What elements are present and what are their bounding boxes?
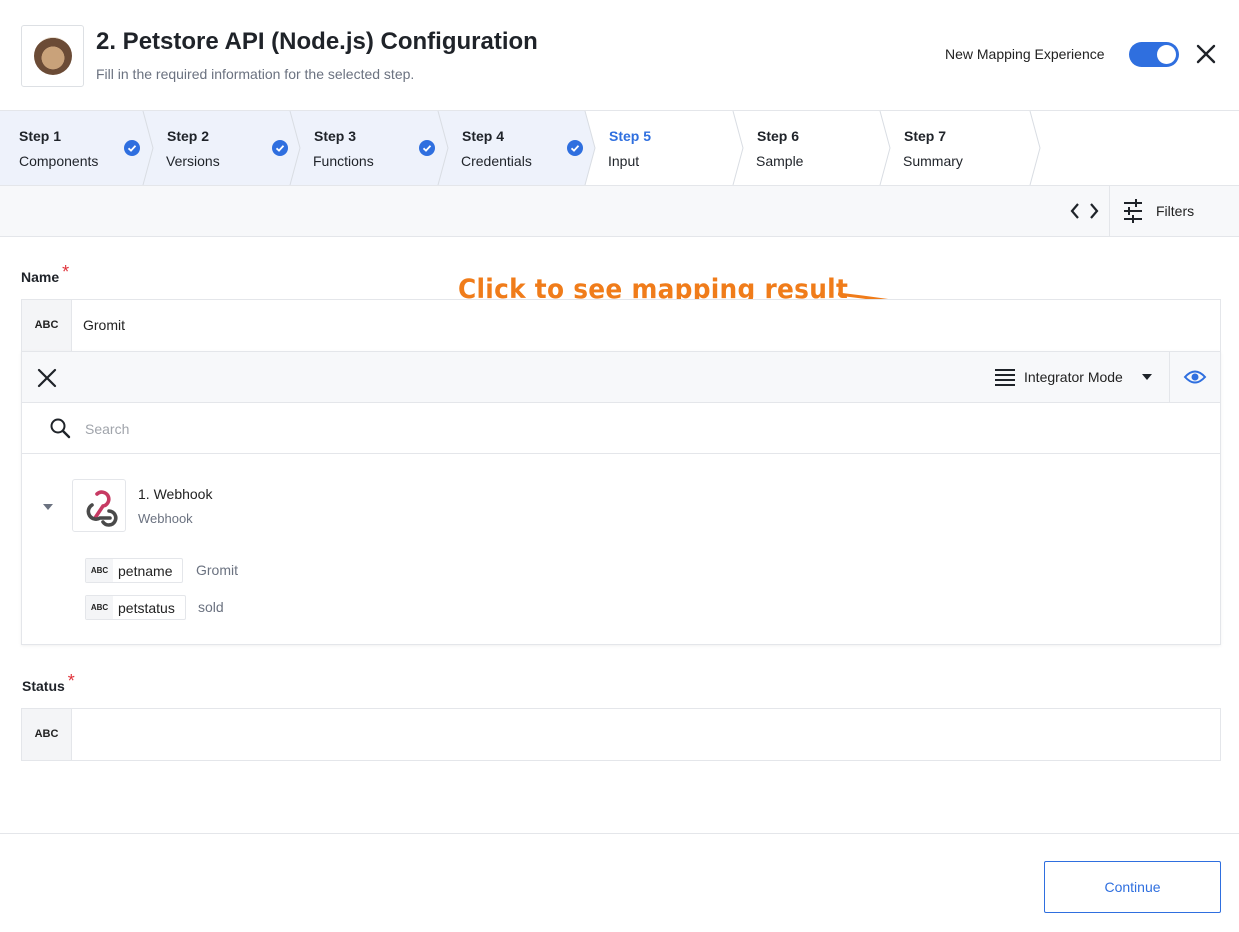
filters-icon bbox=[1124, 199, 1142, 223]
page-subtitle: Fill in the required information for the… bbox=[96, 66, 415, 82]
step-label: Credentials bbox=[461, 153, 532, 169]
step-number: Step 5 bbox=[609, 128, 652, 144]
name-input[interactable]: ABC Gromit bbox=[21, 299, 1221, 352]
type-tag: ABC bbox=[86, 559, 113, 582]
name-label-text: Name bbox=[21, 269, 60, 285]
mapping-panel: Integrator Mode Search 1. Webhook Webhoo… bbox=[21, 351, 1221, 645]
step-label: Components bbox=[19, 153, 99, 169]
step-number: Step 6 bbox=[757, 128, 800, 144]
new-mapping-label: New Mapping Experience bbox=[945, 46, 1105, 62]
continue-button[interactable]: Continue bbox=[1044, 861, 1221, 913]
status-field-label: Status * bbox=[22, 671, 75, 696]
step-number: Step 3 bbox=[314, 128, 357, 144]
dog-avatar-icon bbox=[34, 37, 72, 75]
type-tag: ABC bbox=[22, 709, 72, 760]
step-6[interactable]: Step 6 Sample bbox=[738, 111, 880, 185]
search-placeholder: Search bbox=[85, 421, 130, 437]
field-value: Gromit bbox=[196, 562, 238, 578]
check-circle-icon bbox=[272, 140, 288, 156]
source-title: 1. Webhook bbox=[138, 486, 213, 502]
close-panel-icon[interactable] bbox=[36, 367, 58, 389]
component-logo bbox=[21, 25, 84, 87]
source-field-petstatus[interactable]: ABC petstatus bbox=[85, 595, 186, 620]
caret-down-icon bbox=[1142, 374, 1152, 380]
code-icon bbox=[1070, 203, 1099, 219]
mapping-panel-bar: Integrator Mode bbox=[22, 352, 1220, 403]
code-view-button[interactable] bbox=[1060, 186, 1109, 236]
step-4[interactable]: Step 4 Credentials bbox=[443, 111, 585, 185]
step-3[interactable]: Step 3 Functions bbox=[296, 111, 438, 185]
step-1[interactable]: Step 1 Components bbox=[0, 111, 143, 185]
toggle-knob bbox=[1157, 45, 1176, 64]
mapping-toolbar: Filters bbox=[0, 186, 1239, 237]
list-mode-icon bbox=[995, 369, 1015, 386]
step-label: Summary bbox=[903, 153, 963, 169]
field-name: petname bbox=[118, 563, 173, 579]
source-search[interactable]: Search bbox=[22, 403, 1220, 454]
webhook-icon bbox=[86, 490, 118, 527]
close-icon[interactable] bbox=[1194, 42, 1218, 66]
step-7[interactable]: Step 7 Summary bbox=[886, 111, 1030, 185]
source-subtitle: Webhook bbox=[138, 511, 193, 526]
name-input-value: Gromit bbox=[83, 317, 125, 333]
step-5[interactable]: Step 5 Input bbox=[591, 111, 733, 185]
mode-label: Integrator Mode bbox=[1024, 369, 1123, 385]
source-field-petname[interactable]: ABC petname bbox=[85, 558, 183, 583]
type-tag: ABC bbox=[86, 596, 113, 619]
step-label: Input bbox=[608, 153, 640, 169]
step-label: Sample bbox=[756, 153, 804, 169]
search-icon bbox=[50, 418, 71, 439]
required-mark: * bbox=[67, 671, 75, 691]
field-name: petstatus bbox=[118, 600, 175, 616]
config-header: 2. Petstore API (Node.js) Configuration … bbox=[0, 0, 1239, 111]
filters-label: Filters bbox=[1156, 203, 1195, 219]
step-label: Versions bbox=[166, 153, 220, 169]
webhook-logo bbox=[72, 479, 126, 532]
page-title: 2. Petstore API (Node.js) Configuration bbox=[96, 28, 538, 55]
step-number: Step 2 bbox=[167, 128, 210, 144]
step-number: Step 7 bbox=[904, 128, 947, 144]
required-mark: * bbox=[62, 262, 70, 282]
step-number: Step 1 bbox=[19, 128, 62, 144]
eye-icon bbox=[1183, 370, 1207, 384]
step-2[interactable]: Step 2 Versions bbox=[148, 111, 290, 185]
field-value: sold bbox=[198, 599, 224, 615]
status-label-text: Status bbox=[22, 678, 65, 694]
check-circle-icon bbox=[124, 140, 140, 156]
step-number: Step 4 bbox=[462, 128, 505, 144]
collapse-caret-icon[interactable] bbox=[42, 503, 54, 511]
filters-button[interactable]: Filters bbox=[1109, 186, 1239, 236]
check-circle-icon bbox=[419, 140, 435, 156]
steps-bar: Step 1 Components Step 2 Versions Step 3… bbox=[0, 111, 1239, 186]
type-tag: ABC bbox=[22, 300, 72, 351]
preview-mapping-button[interactable] bbox=[1169, 352, 1220, 403]
status-input[interactable]: ABC bbox=[21, 708, 1221, 761]
footer: Continue bbox=[0, 833, 1239, 932]
step-label: Functions bbox=[313, 153, 374, 169]
integrator-mode-dropdown[interactable]: Integrator Mode bbox=[994, 352, 1169, 403]
check-circle-icon bbox=[567, 140, 583, 156]
name-field-label: Name * bbox=[21, 262, 69, 287]
new-mapping-toggle[interactable] bbox=[1129, 42, 1179, 67]
